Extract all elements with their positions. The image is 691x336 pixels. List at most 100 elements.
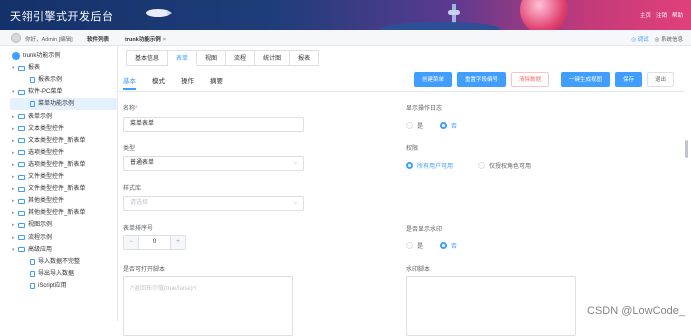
top-tabs: 基本信息 表单 视图 流程 统计图 报表: [126, 50, 319, 66]
app-title: 天翎引擎式开发后台: [10, 8, 114, 24]
subtab-operation[interactable]: 操作: [181, 75, 194, 85]
action-buttons-right: 一键生成视图 保存 退出: [561, 72, 674, 87]
sidebar-item-label: 菜单功能示例: [38, 98, 74, 110]
sidebar-item-label: 视图示例: [28, 219, 52, 231]
crumb-software-list[interactable]: 软件列表: [87, 35, 109, 43]
sidebar-item[interactable]: 报表示例: [0, 74, 118, 86]
watermark-script-textarea[interactable]: [406, 276, 576, 336]
generate-view-button[interactable]: 一键生成视图: [561, 72, 610, 87]
order-stepper: − 0 +: [123, 235, 186, 250]
active-tab-indicator: [123, 88, 136, 90]
sidebar-item[interactable]: ▸其他类型控件: [0, 195, 118, 207]
sidebar-item[interactable]: ▸选项类型控件: [0, 147, 118, 159]
decrement-button[interactable]: −: [124, 236, 138, 249]
name-input[interactable]: 菜单表单: [123, 117, 304, 132]
chevron-down-icon: ⌄: [293, 197, 298, 210]
sidebar-item[interactable]: ▸流程示例: [0, 232, 118, 244]
sidebar-item-label: 报表示例: [38, 74, 62, 86]
sidebar-item[interactable]: ▸文件类型控件: [0, 171, 118, 183]
sidebar-item-label: 报表: [28, 62, 40, 74]
sidebar-item-label: 文本类型控件: [28, 123, 64, 135]
sidebar-item[interactable]: 导出导入数据: [0, 268, 118, 280]
header-menu: 主页 注销 帮助: [640, 11, 683, 19]
create-menu-button[interactable]: 创建菜单: [414, 72, 452, 87]
tab-chart[interactable]: 统计图: [255, 50, 290, 66]
sidebar-item[interactable]: ▾高级应用: [0, 244, 118, 256]
folder-icon: [18, 187, 25, 192]
required-mark: *: [135, 106, 137, 112]
sidebar-item[interactable]: 导入数据不完整: [0, 256, 118, 268]
system-info-link[interactable]: ◎ 系统信息: [655, 35, 683, 43]
radio-circle: [478, 162, 485, 169]
chevron-down-icon: ⌄: [293, 157, 298, 170]
watermark-text: CSDN @LowCode_: [587, 305, 685, 317]
tab-flow[interactable]: 流程: [226, 50, 255, 66]
print-script-label: 是否可打开脚本: [123, 264, 165, 273]
sidebar-item[interactable]: ▸视图示例: [0, 219, 118, 231]
type-select[interactable]: 普通表单⌄: [123, 156, 304, 171]
reset-field-number-button[interactable]: 重置字段编号: [457, 72, 506, 87]
print-script-textarea[interactable]: /*返回布尔值(true/false)*/: [123, 276, 293, 336]
sidebar-item[interactable]: 菜单功能示例: [10, 98, 118, 110]
folder-icon: [18, 162, 25, 167]
sidebar-item-label: 导出导入数据: [38, 268, 74, 280]
greeting-text[interactable]: 你好，Admin [编辑]: [25, 35, 73, 43]
sidebar-item[interactable]: trunk功能示例: [0, 50, 118, 62]
folder-icon: [18, 66, 25, 71]
folder-icon: [18, 235, 25, 240]
tab-form[interactable]: 表单: [168, 50, 197, 66]
sidebar-item[interactable]: ▸表单示例: [0, 111, 118, 123]
help-link[interactable]: 帮助: [672, 11, 683, 19]
avatar[interactable]: [11, 33, 21, 43]
log-radio-no[interactable]: 否: [440, 121, 457, 130]
sidebar-item-label: 其他类型控件_新表单: [28, 207, 85, 219]
debug-link[interactable]: ◎ 调试: [631, 35, 648, 43]
perm-radio-role[interactable]: 仅授权角色可用: [478, 161, 531, 170]
scrollbar[interactable]: [685, 140, 688, 158]
order-label: 表单排序号: [123, 223, 153, 232]
crumb-current-app[interactable]: trunk功能示例×: [125, 35, 166, 43]
log-yes-text: 是: [417, 121, 423, 130]
logout-link[interactable]: 注销: [656, 11, 667, 19]
perm-role-text: 仅授权角色可用: [489, 161, 531, 170]
subtab-mode[interactable]: 模式: [152, 75, 165, 85]
wm-radio-no[interactable]: 否: [440, 241, 457, 250]
sidebar-item-label: trunk功能示例: [23, 50, 60, 62]
wm-radio-yes[interactable]: 是: [406, 241, 423, 250]
radio-circle-selected: [406, 162, 413, 169]
clear-data-button[interactable]: 清除数据: [511, 72, 549, 87]
sidebar-item[interactable]: ▸文件类型控件_新表单: [0, 183, 118, 195]
folder-icon: [18, 114, 25, 119]
radio-circle-selected: [440, 242, 447, 249]
sidebar-item-label: 文件类型控件_新表单: [28, 183, 85, 195]
increment-button[interactable]: +: [171, 236, 185, 249]
sidebar-item[interactable]: iScript应用: [0, 280, 118, 292]
sidebar-item[interactable]: ▾报表: [0, 62, 118, 74]
tab-view[interactable]: 视图: [197, 50, 226, 66]
sidebar-item[interactable]: ▸文本类型控件_新表单: [0, 135, 118, 147]
folder-icon: [18, 211, 25, 216]
sidebar-item-label: 选项类型控件: [28, 147, 64, 159]
action-buttons: 创建菜单 重置字段编号 清除数据: [414, 72, 549, 87]
sidebar-item-label: 其他类型控件: [28, 195, 64, 207]
log-radio-yes[interactable]: 是: [406, 121, 423, 130]
file-icon: [30, 259, 35, 265]
close-icon[interactable]: ×: [163, 37, 166, 43]
subtab-basic[interactable]: 基本: [123, 75, 136, 85]
perm-radio-all[interactable]: 所有用户可用: [406, 161, 453, 170]
order-value[interactable]: 0: [138, 236, 171, 249]
header-tools: ◎ 调试 ◎ 系统信息: [631, 35, 683, 43]
home-link[interactable]: 主页: [640, 11, 651, 19]
sidebar-item[interactable]: ▸文本类型控件: [0, 123, 118, 135]
tab-basic-info[interactable]: 基本信息: [126, 50, 168, 66]
tab-report[interactable]: 报表: [290, 50, 319, 66]
sidebar-item[interactable]: ▾软件-PC菜单: [0, 86, 118, 98]
style-select[interactable]: 请选择⌄: [123, 196, 304, 211]
exit-button[interactable]: 退出: [647, 72, 674, 87]
permission-label: 权限: [406, 143, 418, 152]
subtab-summary[interactable]: 摘要: [210, 75, 223, 85]
save-button[interactable]: 保存: [615, 72, 642, 87]
name-label: 名称*: [123, 103, 137, 112]
sidebar-item[interactable]: ▸选项类型控件_新表单: [0, 159, 118, 171]
sidebar-item[interactable]: ▸其他类型控件_新表单: [0, 207, 118, 219]
